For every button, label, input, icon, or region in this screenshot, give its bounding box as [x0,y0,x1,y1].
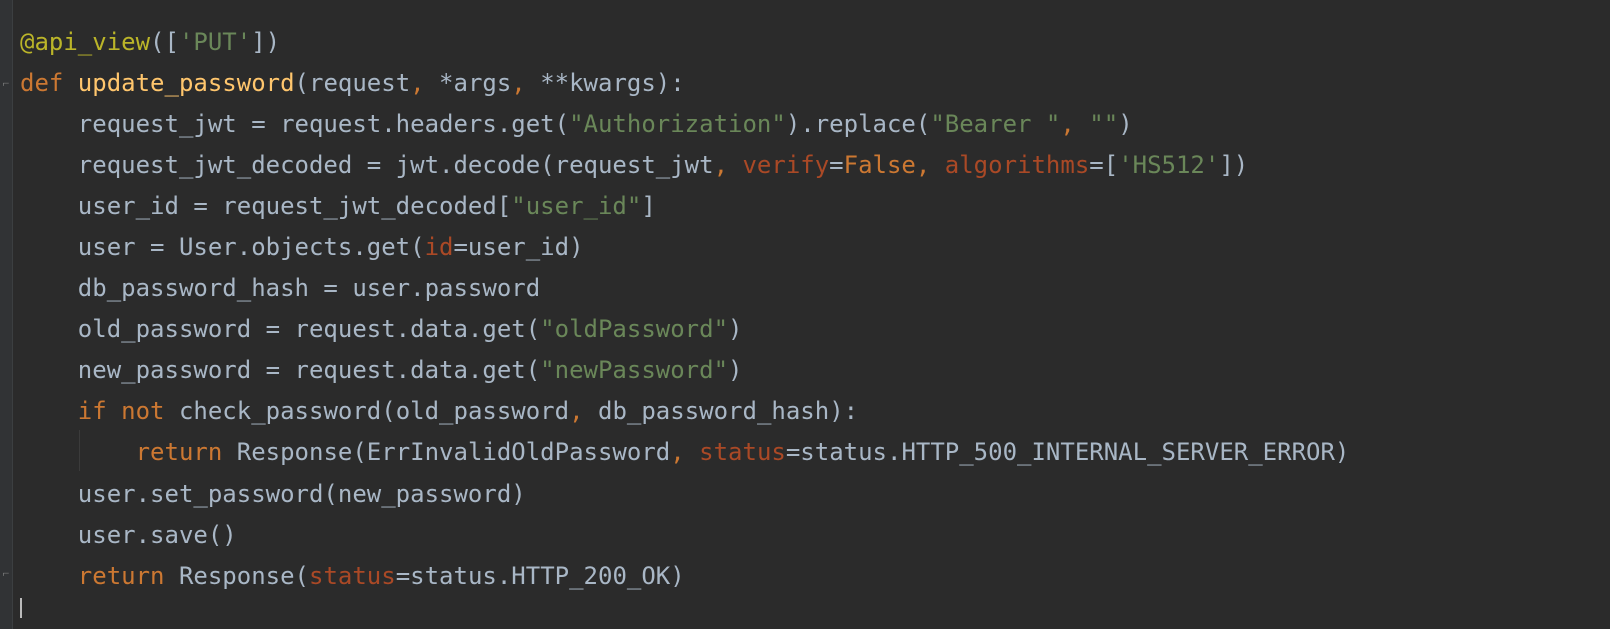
code-token: id [424,233,454,262]
code-line[interactable]: return Response(status=status.HTTP_200_O… [20,556,1349,597]
code-token: ) [728,315,743,344]
fold-marker-icon[interactable]: ⌐ [0,76,12,90]
code-token: "Bearer " [930,110,1061,139]
code-token: , [1060,110,1090,139]
code-token: ] [641,192,656,221]
code-token: False [843,151,916,180]
code-token: user_id = request_jwt_decoded[ [20,192,512,221]
code-token: old_password = request.data.get( [20,315,541,344]
code-token: verify [742,151,830,180]
code-token: ([ [150,28,179,56]
code-token: , [670,438,700,467]
code-token: algorithms [944,151,1090,180]
code-token: =status.HTTP_500_INTERNAL_SERVER_ERROR) [785,438,1350,467]
code-token: "newPassword" [540,356,729,385]
code-token: new_password = request.data.get( [20,356,541,385]
code-token: , [410,69,440,98]
code-token: 'PUT' [178,28,252,56]
code-token: request_jwt = request.headers.get( [20,110,570,139]
code-editor[interactable]: ⌐ ⌐ @api_view(['PUT']) def update_passwor… [0,0,1610,629]
code-token: update_password [77,69,295,98]
editor-gutter[interactable]: ⌐ ⌐ [0,0,13,629]
code-token: Response( [178,561,309,590]
code-line[interactable]: old_password = request.data.get("oldPass… [20,309,1349,350]
code-token: , [569,397,598,426]
code-token: "user_id" [511,192,642,221]
code-token: , [915,151,945,180]
code-line[interactable]: if not check_password(old_password, db_p… [20,391,1349,432]
code-line[interactable]: return Response(ErrInvalidOldPassword, s… [20,432,1350,473]
code-line[interactable]: db_password_hash = user.password [20,268,1349,309]
code-token: return [77,561,179,590]
code-token: @api_view [20,28,151,56]
code-token: "" [1089,110,1119,139]
code-token: check_password(old_password [178,397,570,426]
code-token: *args [439,69,512,98]
code-token: "oldPassword" [540,315,729,344]
code-token: status [699,438,786,467]
code-line[interactable]: user.save() [20,515,1349,556]
code-line[interactable]: user = User.objects.get(id=user_id) [20,227,1349,268]
code-token: **kwargs): [540,69,685,98]
text-caret [20,598,22,618]
code-token: = [829,151,844,180]
fold-marker-icon[interactable]: ⌐ [0,566,12,580]
code-token: return [135,438,237,467]
code-token: if not [77,397,179,426]
code-token: user.save() [20,520,237,549]
code-line[interactable]: request_jwt = request.headers.get("Autho… [20,104,1349,145]
code-line[interactable]: user_id = request_jwt_decoded["user_id"] [20,186,1349,227]
code-token: =user_id) [453,233,584,262]
code-token: ) [728,356,743,385]
code-token: ).replace( [785,110,931,139]
code-token: (request [294,69,411,98]
code-token: user.set_password(new_password) [20,479,526,508]
code-token: ]) [251,28,281,56]
code-token: def [20,69,78,98]
code-token: Response(ErrInvalidOldPassword [236,438,671,467]
code-line[interactable]: user.set_password(new_password) [20,474,1349,515]
code-line[interactable]: def update_password(request, *args, **kw… [20,63,1349,104]
code-line[interactable]: request_jwt_decoded = jwt.decode(request… [20,145,1349,186]
code-line[interactable]: @api_view(['PUT']) [20,22,1349,63]
code-token: status [309,561,396,590]
code-area[interactable]: @api_view(['PUT']) def update_password(re… [20,22,1349,597]
code-token: db_password_hash): [598,397,859,426]
code-token: =status.HTTP_200_OK) [395,561,685,590]
code-token: 'HS512' [1118,151,1220,180]
code-token: , [511,69,541,98]
code-token: ) [1118,110,1133,139]
code-token: db_password_hash = user.password [20,274,541,303]
code-token: request_jwt_decoded = jwt.decode(request… [20,151,714,180]
code-line[interactable]: new_password = request.data.get("newPass… [20,350,1349,391]
code-token: ]) [1219,151,1249,180]
code-token: "Authorization" [569,110,786,139]
code-token: user = User.objects.get( [20,233,425,262]
code-token: , [713,151,743,180]
code-token: =[ [1089,151,1119,180]
